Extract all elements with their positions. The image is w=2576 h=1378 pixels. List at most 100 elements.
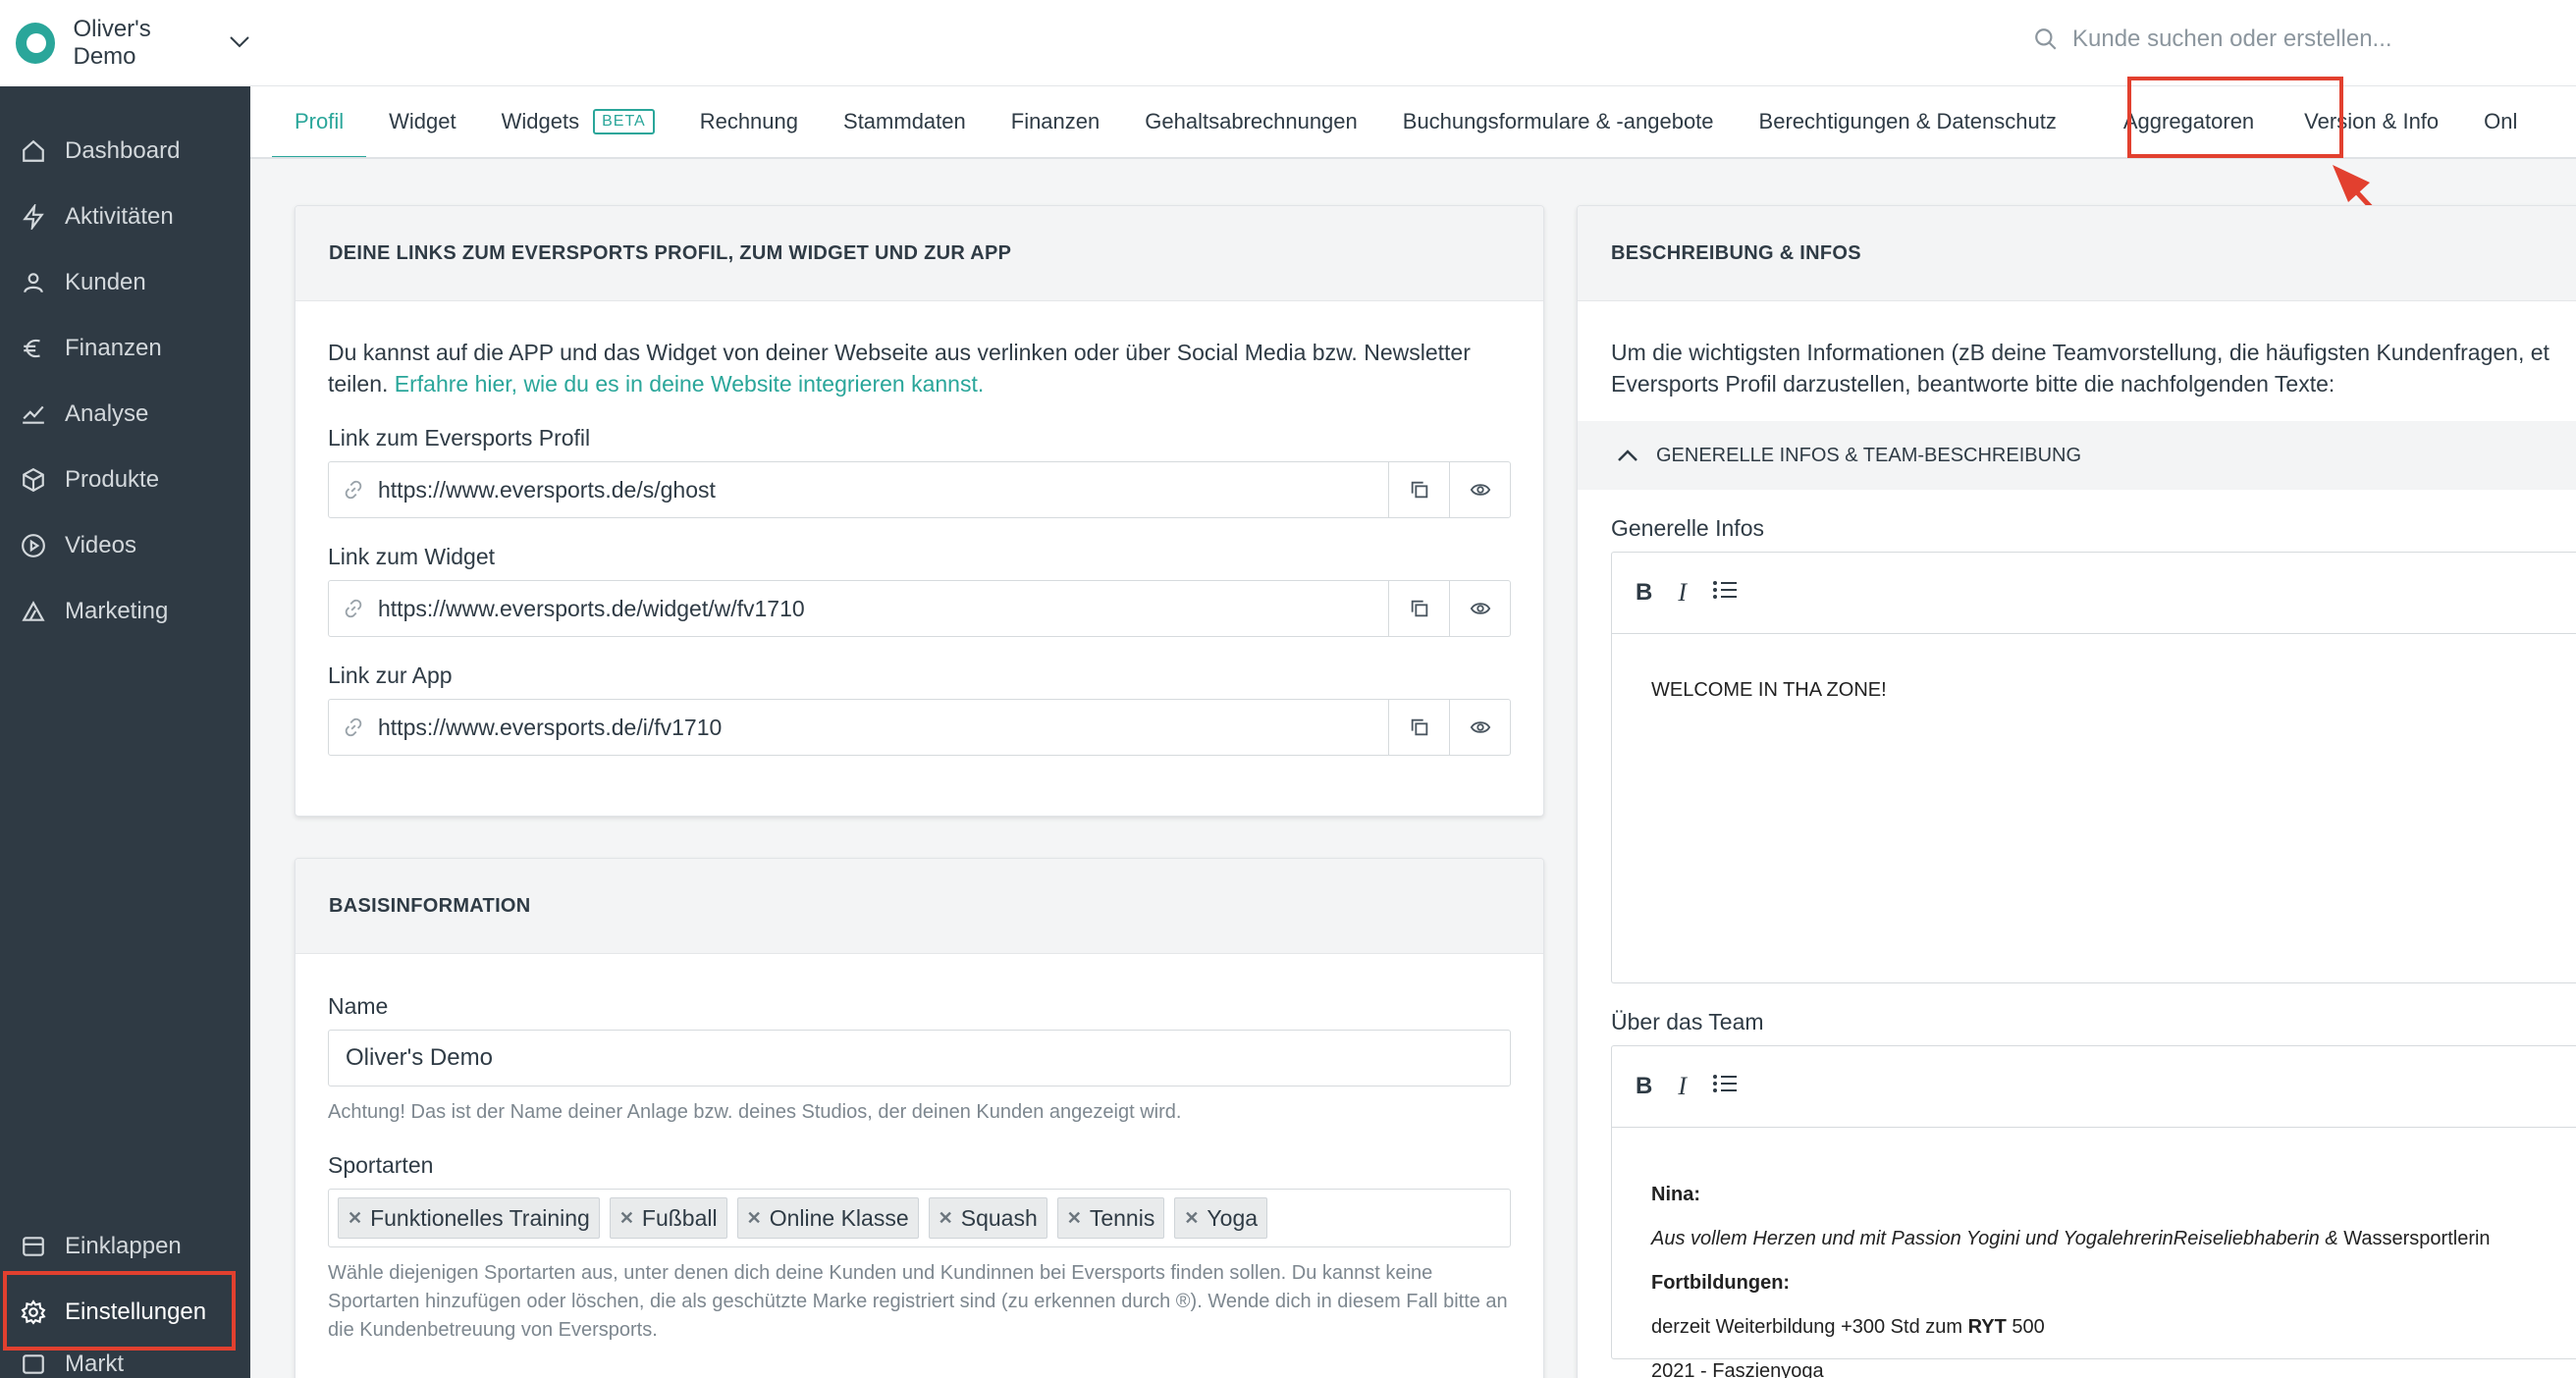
team-fortbildungen: Fortbildungen: — [1651, 1272, 1791, 1294]
nav-label: Marketing — [65, 597, 169, 624]
app-link-field[interactable]: https://www.eversports.de/i/fv1710 — [328, 699, 1511, 756]
highlight-einstellungen — [3, 1271, 236, 1351]
tab-label: Widgets — [501, 109, 580, 133]
org-switcher[interactable]: Oliver's Demo — [0, 0, 250, 86]
nav-item-analyse[interactable]: Analyse — [0, 381, 250, 447]
team-member-name: Nina: — [1651, 1184, 1700, 1205]
remove-tag-icon[interactable]: ✕ — [939, 1208, 953, 1229]
remove-tag-icon[interactable]: ✕ — [619, 1208, 634, 1229]
name-input[interactable]: Oliver's Demo — [328, 1030, 1511, 1086]
nav-label: Einklappen — [65, 1232, 182, 1259]
preview-button[interactable] — [1449, 581, 1510, 636]
sport-tag: ✕ Yoga — [1174, 1197, 1268, 1239]
list-button[interactable] — [1712, 579, 1738, 608]
remove-tag-icon[interactable]: ✕ — [1184, 1208, 1199, 1229]
search-input[interactable]: Kunde suchen oder erstellen... — [2072, 26, 2392, 53]
team-label: Über das Team — [1611, 1009, 1764, 1034]
profile-link-field[interactable]: https://www.eversports.de/s/ghost — [328, 461, 1511, 518]
sport-tag: ✕ Online Klasse — [736, 1197, 919, 1239]
team-text[interactable]: Nina: Aus vollem Herzen und mit Passion … — [1612, 1128, 2576, 1378]
bold-button[interactable]: B — [1636, 579, 1652, 607]
widget-link-field[interactable]: https://www.eversports.de/widget/w/fv171… — [328, 580, 1511, 637]
tab-online[interactable]: Onl — [2461, 86, 2540, 157]
italic-button[interactable]: I — [1678, 578, 1687, 608]
tab-berechtigungen[interactable]: Berechtigungen & Datenschutz — [1737, 86, 2079, 157]
field-label: Link zum Eversports Profil — [328, 425, 591, 450]
section-toggle-general[interactable]: GENERELLE INFOS & TEAM-BESCHREIBUNG — [1578, 421, 2576, 490]
nav-item-einklappen[interactable]: Einklappen — [0, 1213, 250, 1279]
preview-button[interactable] — [1449, 462, 1510, 517]
euro-icon — [20, 335, 47, 362]
box-icon — [20, 466, 47, 494]
customer-search[interactable]: Kunde suchen oder erstellen... — [2033, 26, 2392, 53]
italic-button[interactable]: I — [1678, 1072, 1687, 1101]
general-text[interactable]: WELCOME IN THA ZONE! — [1612, 634, 2576, 702]
eye-icon — [1470, 603, 1490, 614]
nav-item-kunden[interactable]: Kunden — [0, 249, 250, 315]
integration-help-link[interactable]: Erfahre hier, wie du es in deine Website… — [395, 371, 984, 397]
nav-item-marketing[interactable]: Marketing — [0, 578, 250, 644]
sport-tag: ✕ Squash — [928, 1197, 1047, 1239]
links-card: DEINE LINKS ZUM EVERSPORTS PROFIL, ZUM W… — [295, 205, 1544, 817]
general-editor[interactable]: B I WELCOME IN THA ZONE! — [1611, 552, 2576, 983]
sports-label: Sportarten — [328, 1152, 434, 1178]
nav-label: Produkte — [65, 465, 160, 493]
collapse-icon — [20, 1233, 47, 1260]
nav-label: Dashboard — [65, 136, 181, 164]
chevron-down-icon — [229, 32, 250, 55]
nav-item-finanzen[interactable]: Finanzen — [0, 315, 250, 381]
nav-item-dashboard[interactable]: Dashboard — [0, 118, 250, 184]
remove-tag-icon[interactable]: ✕ — [1067, 1208, 1082, 1229]
nav-item-aktivitaeten[interactable]: Aktivitäten — [0, 184, 250, 249]
list-button[interactable] — [1712, 1073, 1738, 1101]
card-title: BASISINFORMATION — [295, 859, 1543, 954]
search-icon — [2035, 28, 2057, 50]
copy-icon — [1411, 600, 1427, 617]
eversports-logo-icon — [16, 23, 56, 64]
link-icon — [329, 598, 378, 619]
play-icon — [20, 532, 47, 559]
copy-button[interactable] — [1388, 462, 1449, 517]
nav-label: Kunden — [65, 268, 146, 295]
user-icon — [20, 269, 47, 296]
tab-widgets[interactable]: Widgets BETA — [479, 86, 677, 157]
tab-gehaltsabrechnungen[interactable]: Gehaltsabrechnungen — [1122, 86, 1380, 157]
basis-card: BASISINFORMATION Name Oliver's Demo Acht… — [295, 858, 1544, 1378]
team-editor[interactable]: B I Nina: Aus vollem Herzen und mit Pass… — [1611, 1045, 2576, 1378]
team-member-desc: Aus vollem Herzen und mit Passion Yogini… — [1651, 1228, 2491, 1249]
team-line: 2021 - Faszienyoga — [1651, 1360, 1824, 1378]
card-title: BESCHREIBUNG & INFOS — [1578, 206, 2576, 301]
copy-button[interactable] — [1388, 700, 1449, 755]
sport-tag: ✕ Tennis — [1056, 1197, 1165, 1239]
list-icon — [1713, 580, 1738, 599]
general-label: Generelle Infos — [1611, 515, 1764, 541]
remove-tag-icon[interactable]: ✕ — [348, 1208, 362, 1229]
list-icon — [1713, 1074, 1738, 1092]
tab-profil[interactable]: Profil — [272, 86, 367, 157]
link-icon — [329, 479, 378, 501]
bold-button[interactable]: B — [1636, 1073, 1652, 1100]
preview-button[interactable] — [1449, 700, 1510, 755]
highlight-aggregatoren — [2127, 77, 2343, 158]
nav-label: Analyse — [65, 399, 149, 427]
top-header: Kunde suchen oder erstellen... — [250, 0, 2576, 86]
nav-item-produkte[interactable]: Produkte — [0, 447, 250, 512]
sports-tag-input[interactable]: ✕ Funktionelles Training ✕ Fußball ✕ Online… — [328, 1189, 1511, 1247]
main-nav: Dashboard Aktivitäten Kunden Finanzen An… — [0, 118, 250, 644]
sidebar: Oliver's Demo Dashboard Aktivitäten Kund… — [0, 0, 250, 1378]
tab-widget[interactable]: Widget — [366, 86, 478, 157]
nav-label: Aktivitäten — [65, 202, 174, 230]
nav-item-videos[interactable]: Videos — [0, 512, 250, 578]
tab-finanzen[interactable]: Finanzen — [989, 86, 1123, 157]
tab-rechnung[interactable]: Rechnung — [677, 86, 821, 157]
link-icon — [329, 716, 378, 738]
megaphone-icon — [20, 598, 47, 625]
tab-buchungsformulare[interactable]: Buchungsformulare & -angebote — [1380, 86, 1737, 157]
bolt-icon — [20, 203, 47, 231]
home-icon — [20, 137, 47, 165]
copy-icon — [1411, 481, 1427, 499]
copy-button[interactable] — [1388, 581, 1449, 636]
remove-tag-icon[interactable]: ✕ — [747, 1208, 762, 1229]
tab-stammdaten[interactable]: Stammdaten — [821, 86, 989, 157]
eye-icon — [1470, 484, 1490, 496]
